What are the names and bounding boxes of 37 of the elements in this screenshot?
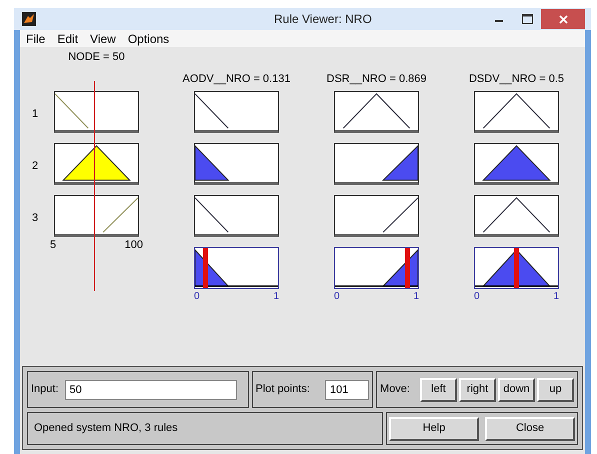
close-icon — [558, 14, 568, 24]
axis-label: 5 — [50, 238, 56, 253]
rule-number: 1 — [32, 106, 38, 122]
plot-points-label: Plot points: — [256, 382, 310, 398]
maximize-icon[interactable] — [522, 14, 533, 24]
window-title: Rule Viewer: NRO — [274, 11, 372, 28]
menu-item[interactable]: Edit — [57, 30, 78, 48]
menu-item[interactable]: Options — [128, 30, 170, 48]
output-label: DSDV__NRO = 0.5 — [468, 72, 564, 86]
input-label: Input: — [31, 382, 59, 398]
close-button[interactable] — [541, 9, 585, 29]
axis-label: 100 — [124, 238, 143, 253]
dialog-button[interactable]: Help — [389, 416, 479, 440]
rule-number: 2 — [32, 158, 38, 174]
move-button[interactable]: up — [537, 378, 574, 402]
output-label: DSR__NRO = 0.869 — [326, 72, 426, 86]
output-label: AODV__NRO = 0.131 — [182, 72, 290, 86]
status-text: Opened system NRO, 3 rules — [34, 421, 178, 436]
move-button[interactable]: left — [420, 378, 457, 402]
plot-points-field[interactable]: 101 — [325, 380, 370, 400]
axis-label: 1 — [413, 290, 419, 304]
app-logo-icon — [22, 12, 36, 26]
input-label: NODE = 50 — [68, 50, 125, 65]
dialog-button[interactable]: Close — [485, 416, 575, 440]
move-button[interactable]: right — [459, 378, 496, 402]
axis-label: 0 — [194, 290, 200, 304]
rule-number: 3 — [32, 210, 38, 226]
move-label: Move: — [380, 382, 410, 398]
input-field[interactable]: 50 — [64, 380, 237, 400]
menu-item[interactable]: View — [90, 30, 116, 48]
move-button[interactable]: down — [498, 378, 535, 402]
axis-label: 1 — [553, 290, 559, 304]
axis-label: 0 — [334, 290, 340, 304]
input-value-line[interactable] — [94, 81, 96, 291]
axis-label: 0 — [474, 290, 480, 304]
menu-item[interactable]: File — [26, 30, 46, 48]
axis-label: 1 — [273, 290, 279, 304]
